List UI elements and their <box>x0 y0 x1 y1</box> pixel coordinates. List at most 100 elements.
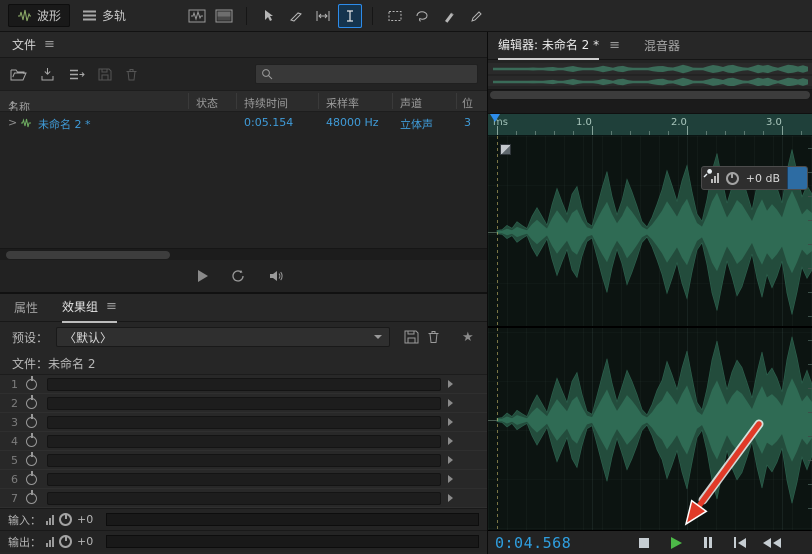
chevron-down-icon <box>374 335 382 339</box>
file-bits: 3 <box>464 116 471 129</box>
razor-tool-button[interactable] <box>284 4 308 28</box>
sort-arrow-icon: ↑ <box>8 99 17 112</box>
import-file-icon[interactable] <box>40 67 55 81</box>
clip-gain-widget[interactable] <box>500 144 511 155</box>
skip-start-icon <box>738 538 746 548</box>
power-icon[interactable] <box>26 436 37 447</box>
open-folder-icon[interactable] <box>10 68 27 81</box>
loop-playback-icon[interactable] <box>230 269 246 283</box>
hud-gain-value: +0 dB <box>746 172 780 185</box>
tab-mixer[interactable]: 混音器 <box>644 37 680 54</box>
slot-chevron-icon[interactable] <box>448 399 453 407</box>
file-row[interactable]: > 未命名 2 * 0:05.154 48000 Hz 立体声 3 <box>0 112 487 134</box>
stop-button[interactable] <box>633 534 655 552</box>
panel-menu-icon[interactable]: ≡ <box>44 38 55 51</box>
trash-icon[interactable] <box>125 68 138 81</box>
files-horizontal-scrollbar[interactable] <box>0 248 487 260</box>
power-icon[interactable] <box>26 379 37 390</box>
amplitude-ruler[interactable] <box>803 136 812 530</box>
panel-menu-icon[interactable]: ≡ <box>609 39 620 52</box>
files-empty-area[interactable] <box>0 134 487 248</box>
preset-dropdown[interactable]: 〈默认〉 <box>56 327 390 347</box>
razor-tool-icon <box>289 9 303 23</box>
preview-play-icon[interactable] <box>198 270 208 282</box>
effect-slot-field[interactable] <box>47 454 441 467</box>
files-panel: 文件 ≡ 名称 ↑ 状态 <box>0 32 487 294</box>
panel-menu-icon[interactable]: ≡ <box>106 300 117 313</box>
slot-chevron-icon[interactable] <box>448 418 453 426</box>
effect-slot-row: 7 <box>0 489 487 508</box>
rewind-button[interactable] <box>761 534 783 552</box>
zoom-thumb[interactable] <box>490 91 810 99</box>
spectral-view-button[interactable] <box>212 4 236 28</box>
power-icon[interactable] <box>26 493 37 504</box>
timeline-ruler[interactable]: ms 1.02.03.0 <box>488 114 812 136</box>
effect-slot-field[interactable] <box>47 397 441 410</box>
zoom-navigator[interactable] <box>488 60 812 90</box>
multitrack-mode-label: 多轨 <box>102 7 126 24</box>
volume-hud[interactable]: +0 dB <box>701 166 808 190</box>
move-tool-button[interactable] <box>257 4 281 28</box>
transport-bar: 0:04.568 <box>488 530 812 554</box>
playhead-marker[interactable] <box>490 114 500 122</box>
skip-to-start-button[interactable] <box>729 534 751 552</box>
audio-file-icon <box>20 118 32 128</box>
col-duration: 持续时间 <box>244 95 288 111</box>
speaker-icon[interactable] <box>268 269 284 283</box>
power-icon[interactable] <box>26 398 37 409</box>
save-preset-icon[interactable] <box>404 330 419 344</box>
power-icon[interactable] <box>26 417 37 428</box>
io-row: 输出：+0 <box>0 530 487 552</box>
play-button[interactable] <box>665 534 687 552</box>
marquee-tool-button[interactable] <box>383 4 407 28</box>
effects-file-line: 文件：未命名 2 <box>0 352 487 374</box>
meter-icon <box>46 537 54 547</box>
delete-preset-icon[interactable] <box>427 330 440 344</box>
effect-slot-row: 6 <box>0 470 487 489</box>
effect-slot-field[interactable] <box>47 435 441 448</box>
slot-chevron-icon[interactable] <box>448 456 453 464</box>
multitrack-mode-button[interactable]: 多轨 <box>73 4 135 27</box>
power-icon[interactable] <box>26 474 37 485</box>
volume-knob[interactable] <box>726 172 739 185</box>
scrollbar-thumb[interactable] <box>6 251 170 259</box>
col-bits: 位 <box>462 95 473 111</box>
waveform-display[interactable]: +0 dB <box>488 136 812 530</box>
lasso-tool-button[interactable] <box>410 4 434 28</box>
slot-chevron-icon[interactable] <box>448 494 453 502</box>
io-gain-value: +0 <box>77 535 93 548</box>
brush-tool-button[interactable] <box>437 4 461 28</box>
ibeam-tool-icon <box>343 9 357 23</box>
tab-files[interactable]: 文件 <box>12 36 36 53</box>
pause-button[interactable] <box>697 534 719 552</box>
waveform-mode-button[interactable]: 波形 <box>8 4 70 27</box>
files-column-headers[interactable]: 名称 ↑ 状态 持续时间 采样率 声道 位 <box>0 90 487 112</box>
playhead-line <box>497 136 498 530</box>
horizontal-zoom-scrollbar[interactable] <box>488 90 812 100</box>
insert-multitrack-icon[interactable] <box>68 68 85 81</box>
slip-tool-button[interactable] <box>311 4 335 28</box>
search-input[interactable] <box>278 68 472 81</box>
favorite-star-icon[interactable]: ★ <box>462 330 474 345</box>
gain-knob[interactable] <box>59 535 72 548</box>
gain-knob[interactable] <box>59 513 72 526</box>
audition-window: 波形 多轨 <box>0 0 812 554</box>
slot-chevron-icon[interactable] <box>448 437 453 445</box>
effect-slot-field[interactable] <box>47 378 441 391</box>
pencil-tool-button[interactable] <box>464 4 488 28</box>
level-meter <box>106 513 479 526</box>
tab-effects-rack[interactable]: 效果组 ≡ <box>62 294 117 323</box>
tab-editor[interactable]: 编辑器: 未命名 2 * <box>498 31 599 60</box>
effect-slot-field[interactable] <box>47 416 441 429</box>
tab-properties[interactable]: 属性 <box>14 294 38 322</box>
effect-slot-row: 5 <box>0 451 487 470</box>
power-icon[interactable] <box>26 455 37 466</box>
effect-slot-field[interactable] <box>47 473 441 486</box>
slot-chevron-icon[interactable] <box>448 475 453 483</box>
time-selection-tool-button[interactable] <box>338 4 362 28</box>
effect-slot-field[interactable] <box>47 492 441 505</box>
search-box[interactable] <box>255 64 478 84</box>
waveform-view-button[interactable] <box>185 4 209 28</box>
save-icon[interactable] <box>98 68 112 81</box>
slot-chevron-icon[interactable] <box>448 380 453 388</box>
